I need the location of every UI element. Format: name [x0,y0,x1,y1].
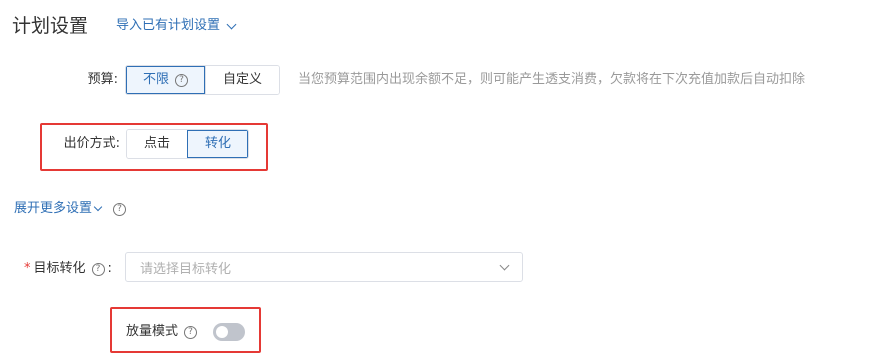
toggle-knob [216,326,228,338]
volume-mode-toggle[interactable] [213,323,245,341]
page-title: 计划设置 [12,15,89,37]
target-conversion-text: 目标转化 [33,261,86,276]
volume-mode-label: 放量模式 [126,324,179,339]
target-conversion-placeholder: 请选择目标转化 [140,261,232,277]
chevron-down-icon [499,260,510,270]
required-mark: * [24,261,31,276]
bid-option-conversion[interactable]: 转化 [187,130,249,158]
bid-method-label: 出价方式: [63,136,120,151]
budget-label: 预算: [87,72,118,87]
bid-option-label: 转化 [205,136,232,151]
budget-segment: 不限 ? 自定义 [125,65,281,95]
import-link-label: 导入已有计划设置 [116,18,221,33]
target-conversion-select[interactable]: 请选择目标转化 [125,252,523,282]
budget-hint: 当您预算范围内出现余额不足，则可能产生透支消费，欠款将在下次充值加款后自动扣除 [298,72,806,87]
target-conversion-label: * 目标转化 ? : [24,259,112,279]
bid-option-click[interactable]: 点击 [127,130,188,158]
chevron-down-icon [226,19,237,29]
budget-option-unlimited[interactable]: 不限 ? [126,66,206,94]
import-plan-settings-link[interactable]: 导入已有计划设置 [116,15,237,37]
help-icon[interactable]: ? [113,202,127,216]
help-icon[interactable]: ? [91,262,105,276]
budget-option-label: 自定义 [223,72,263,87]
bid-method-segment: 点击 转化 [126,129,250,159]
chevron-down-icon [93,202,103,212]
help-icon[interactable]: ? [175,73,189,87]
bid-option-label: 点击 [144,136,171,151]
expand-more-settings[interactable]: 展开更多设置 ? [14,199,127,219]
target-conversion-colon: : [107,261,112,276]
budget-option-custom[interactable]: 自定义 [205,66,280,94]
volume-mode-row: 放量模式 ? [126,322,198,342]
expand-label: 展开更多设置 [14,201,93,216]
budget-option-label: 不限 [143,72,170,87]
help-icon[interactable]: ? [184,325,198,339]
